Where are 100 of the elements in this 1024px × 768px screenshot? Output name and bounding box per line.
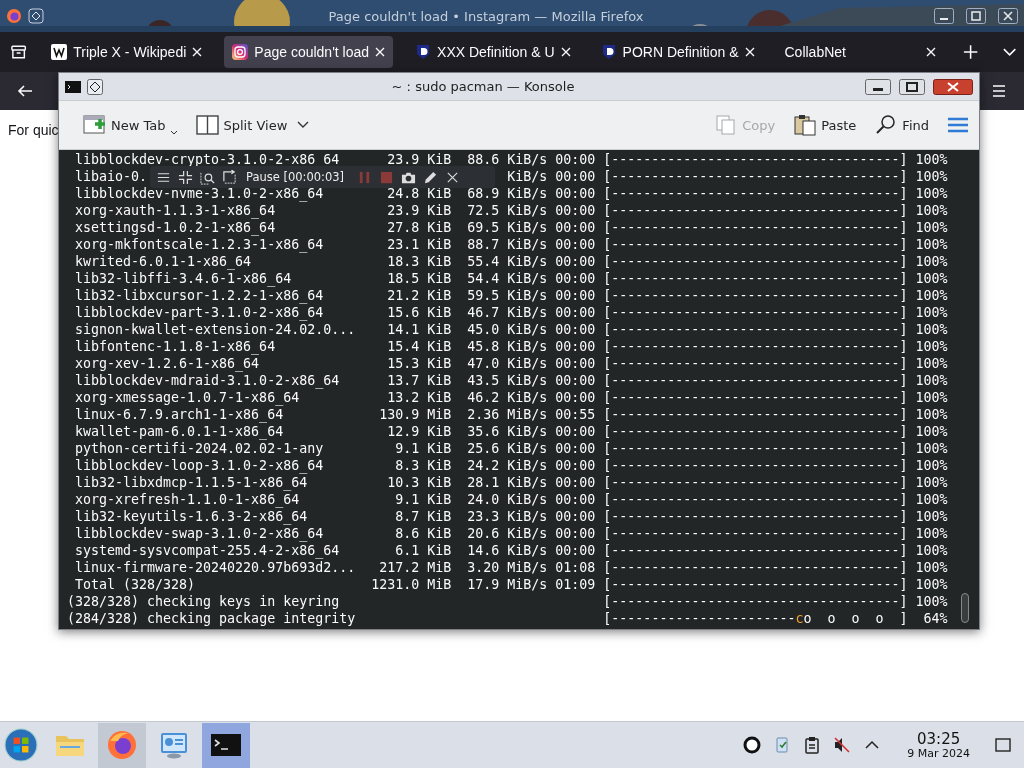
- package-name: libaio-0.: [75, 169, 148, 184]
- minimize-icon[interactable]: [865, 78, 891, 95]
- scrollbar-thumb[interactable]: [961, 593, 969, 623]
- percent-text: 100%: [915, 508, 948, 525]
- minimize-icon[interactable]: [934, 8, 954, 24]
- clock[interactable]: 03:25 9 Mar 2024: [893, 730, 982, 760]
- pencil-icon[interactable]: [423, 169, 439, 185]
- progress-text: [------------------------------------]: [603, 151, 908, 168]
- percent-text: 100%: [915, 423, 948, 440]
- download-size: 14.1 KiB: [386, 321, 452, 338]
- download-time: 00:00: [555, 440, 596, 457]
- percent-text: 100%: [915, 355, 948, 372]
- download-size: 15.3 KiB: [386, 355, 452, 372]
- package-name: Total (328/328): [75, 577, 196, 592]
- browser-tab[interactable]: CollabNet: [776, 36, 944, 68]
- progress-text: [------------------------------------]: [603, 270, 908, 287]
- download-time: 00:00: [555, 151, 596, 168]
- taskbar-button[interactable]: [202, 722, 250, 768]
- terminal-icon[interactable]: [65, 78, 81, 95]
- download-size: 18.3 KiB: [386, 253, 452, 270]
- percent-text: 100%: [915, 168, 948, 185]
- package-name: linux-firmware-20240220.97b693d2...: [75, 560, 356, 575]
- circle-icon[interactable]: [743, 736, 762, 754]
- status-line: (328/328) checking keys in keyring: [67, 593, 341, 610]
- package-name: xorg-xrefresh-1.1.0-1-x86_64: [75, 492, 300, 507]
- download-time: 00:00: [555, 542, 596, 559]
- browser-tab[interactable]: XXX Definition & U: [407, 36, 579, 68]
- package-name: libblockdev-crypto-3.1.0-2-x86_64: [75, 152, 340, 167]
- download-size: 23.9 KiB: [386, 151, 452, 168]
- percent-text: 100%: [915, 559, 948, 576]
- percent-text: 100%: [915, 576, 948, 593]
- new-tab-icon[interactable]: [961, 43, 979, 61]
- maximize-icon[interactable]: [899, 78, 925, 95]
- percent-text: 100%: [915, 389, 948, 406]
- download-speed: 43.5 KiB/s: [467, 372, 548, 389]
- download-size: 13.7 KiB: [386, 372, 452, 389]
- progress-text: [------------------------------------]: [603, 287, 908, 304]
- download-time: 00:00: [555, 168, 596, 185]
- muted-speaker-icon[interactable]: [833, 736, 852, 754]
- percent-text: 100%: [915, 219, 948, 236]
- percent-text: 100%: [915, 321, 948, 338]
- progress-text: [------------------------------------]: [603, 406, 908, 423]
- firefox-icon[interactable]: [6, 8, 22, 24]
- percent-text: 100%: [915, 474, 948, 491]
- package-name: lib32-libxcursor-1.2.2-1-x86_64: [75, 288, 324, 303]
- download-size: 1231.0 MiB: [371, 576, 452, 593]
- percent-text: 64%: [922, 610, 948, 627]
- download-size: 9.1 KiB: [394, 440, 452, 457]
- rotate-icon[interactable]: [222, 169, 237, 185]
- download-time: 00:00: [555, 423, 596, 440]
- browser-tab[interactable]: Page couldn't load: [224, 36, 394, 68]
- toolbar-button[interactable]: Split View: [189, 110, 316, 140]
- progress-text: [------------------------------------]: [603, 491, 908, 508]
- progress-text: [------------------------------------]: [603, 508, 908, 525]
- download-size: 6.1 KiB: [394, 542, 452, 559]
- percent-text: 100%: [915, 440, 948, 457]
- shrink-icon[interactable]: [178, 169, 193, 185]
- package-name: lib32-libffi-3.4.6-1-x86_64: [75, 271, 292, 286]
- browser-tab[interactable]: Triple X - Wikipedi: [43, 36, 211, 68]
- download-size: 8.6 KiB: [394, 525, 452, 542]
- download-time: 00:00: [555, 491, 596, 508]
- close-icon[interactable]: [998, 8, 1018, 24]
- clipboard-icon[interactable]: [803, 736, 822, 754]
- package-name: linux-6.7.9.arch1-1-x86_64: [75, 407, 284, 422]
- download-speed: 23.3 KiB/s: [467, 508, 548, 525]
- download-speed: 55.4 KiB/s: [467, 253, 548, 270]
- percent-text: 100%: [915, 491, 948, 508]
- menu-icon[interactable]: [990, 82, 1008, 100]
- package-name: libfontenc-1.1.8-1-x86_64: [75, 339, 276, 354]
- toolbar-button[interactable]: New Tab: [77, 110, 184, 140]
- download-time: 00:00: [555, 219, 596, 236]
- camera-icon: [232, 44, 249, 60]
- start-button[interactable]: [4, 728, 38, 762]
- download-time: 00:00: [555, 321, 596, 338]
- percent-text: 100%: [915, 253, 948, 270]
- download-speed: 14.6 KiB/s: [467, 542, 548, 559]
- split-view-icon: [195, 114, 220, 136]
- download-size: 13.2 KiB: [386, 389, 452, 406]
- package-name: kwrited-6.0.1-1-x86_64: [75, 254, 252, 269]
- download-size: 15.4 KiB: [386, 338, 452, 355]
- toolbar-button[interactable]: Paste: [787, 110, 863, 140]
- maximize-icon[interactable]: [966, 8, 986, 24]
- download-speed: 45.0 KiB/s: [467, 321, 548, 338]
- close-icon[interactable]: [933, 78, 973, 95]
- browser-tab[interactable]: PORN Definition &: [592, 36, 763, 68]
- download-time: 01:09: [555, 576, 596, 593]
- keep-above-icon[interactable]: [87, 78, 103, 95]
- download-speed: 72.5 KiB/s: [467, 202, 548, 219]
- download-speed: 2.36 MiB/s: [467, 406, 548, 423]
- show-desktop-icon[interactable]: [994, 736, 1012, 754]
- toolbar-button[interactable]: Find: [868, 110, 935, 140]
- progress-text: [------------------------------------]: [603, 389, 908, 406]
- progress-text: [------------------------------------]: [603, 355, 908, 372]
- new-tab-icon: [83, 114, 107, 136]
- package-name: signon-kwallet-extension-24.02.0...: [75, 322, 356, 337]
- progress-text: [------------------------------------]: [603, 321, 908, 338]
- download-time: 00:00: [555, 508, 596, 525]
- download-time: 00:00: [555, 372, 596, 389]
- paste-icon: [793, 114, 818, 136]
- download-size: 24.8 KiB: [386, 185, 452, 202]
